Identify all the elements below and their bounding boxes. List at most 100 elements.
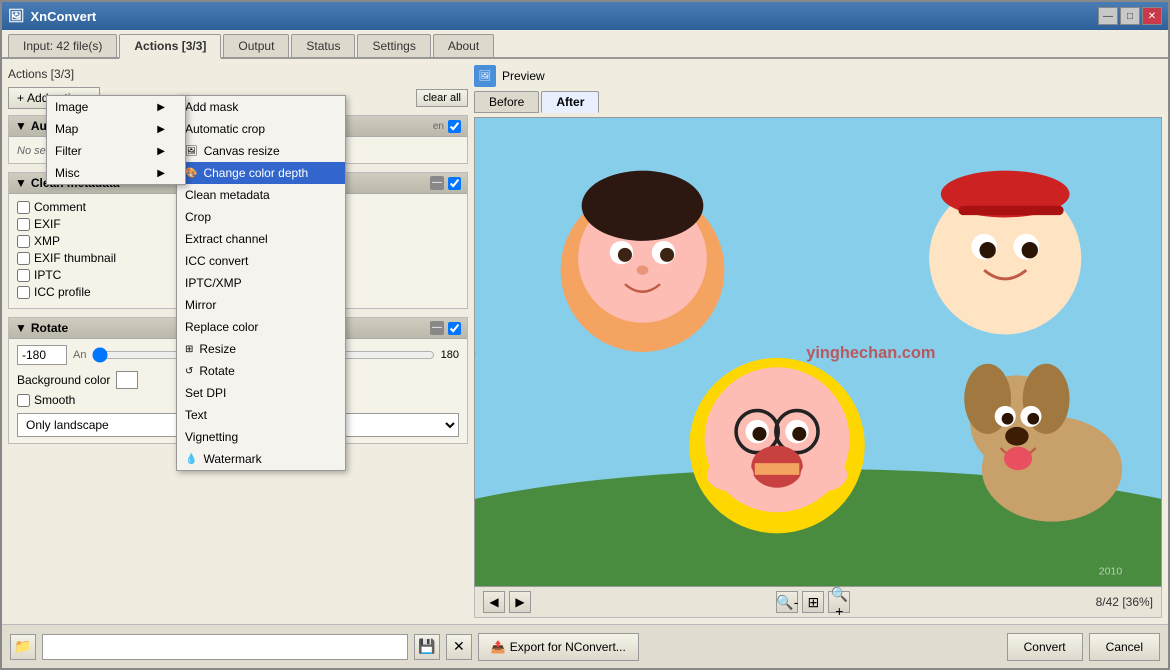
- automatic-enabled-checkbox[interactable]: [448, 120, 461, 133]
- submenu-vignetting[interactable]: Vignetting: [177, 426, 345, 448]
- menu-item-map-label: Map: [55, 122, 78, 136]
- panel-title: Actions [3/3]: [8, 65, 468, 83]
- app-icon: 🖼: [8, 8, 25, 24]
- tab-actions[interactable]: Actions [3/3]: [119, 34, 221, 59]
- main-window: 🖼 XnConvert — □ ✕ Input: 42 file(s) Acti…: [0, 0, 1170, 670]
- preview-tab-after[interactable]: After: [541, 91, 599, 113]
- minimize-button[interactable]: —: [1098, 7, 1118, 25]
- preview-nav: ◀ ▶: [483, 591, 531, 613]
- submenu-automatic-crop[interactable]: Automatic crop: [177, 118, 345, 140]
- submenu-icc-convert-label: ICC convert: [185, 254, 248, 268]
- submenu-canvas-resize-label: Canvas resize: [204, 144, 280, 158]
- submenu-crop-label: Crop: [185, 210, 211, 224]
- right-panel: 🖼 Preview Before After ▶: [474, 65, 1162, 618]
- rotate-value-input[interactable]: [17, 345, 67, 365]
- tabs-bar: Input: 42 file(s) Actions [3/3] Output S…: [2, 30, 1168, 59]
- folder-button[interactable]: 📁: [10, 634, 36, 660]
- convert-button[interactable]: Convert: [1007, 633, 1083, 661]
- exif-thumbnail-label: EXIF thumbnail: [34, 251, 116, 265]
- submenu-arrow: ▶: [157, 102, 165, 113]
- tab-output[interactable]: Output: [223, 34, 289, 57]
- submenu-mirror[interactable]: Mirror: [177, 294, 345, 316]
- exif-thumbnail-checkbox[interactable]: [17, 252, 30, 265]
- iptc-label: IPTC: [34, 268, 61, 282]
- section-rotate-title: Rotate: [31, 321, 68, 335]
- preview-title: Preview: [502, 69, 545, 83]
- submenu-rotate-label: Rotate: [199, 364, 234, 378]
- next-button[interactable]: ▶: [509, 591, 531, 613]
- submenu-watermark[interactable]: 💧 Watermark: [177, 448, 345, 470]
- export-button[interactable]: 📤 Export for NConvert...: [478, 633, 639, 661]
- icc-profile-checkbox[interactable]: [17, 286, 30, 299]
- icc-profile-label: ICC profile: [34, 285, 91, 299]
- prev-button[interactable]: ◀: [483, 591, 505, 613]
- submenu-crop[interactable]: Crop: [177, 206, 345, 228]
- tab-input[interactable]: Input: 42 file(s): [8, 34, 117, 57]
- save-button[interactable]: 💾: [414, 634, 440, 660]
- zoom-fit-button[interactable]: ⊞: [802, 591, 824, 613]
- image-submenu: Add mask Automatic crop 🖼 Canvas resize …: [176, 95, 346, 471]
- delete-button[interactable]: ✕: [446, 634, 472, 660]
- preview-svg: yinghechan.com 2010: [475, 118, 1161, 586]
- menu-item-misc[interactable]: Misc ▶: [47, 162, 185, 184]
- submenu-clean-metadata-label: Clean metadata: [185, 188, 270, 202]
- preview-icon: 🖼: [474, 65, 496, 87]
- rotate-enabled-checkbox[interactable]: [448, 322, 461, 335]
- submenu-extract-channel-label: Extract channel: [185, 232, 268, 246]
- submenu-arrow: ▶: [157, 124, 165, 135]
- tab-about[interactable]: About: [433, 34, 494, 57]
- close-button[interactable]: ✕: [1142, 7, 1162, 25]
- titlebar: 🖼 XnConvert — □ ✕: [2, 2, 1168, 30]
- submenu-text-label: Text: [185, 408, 207, 422]
- cancel-button[interactable]: Cancel: [1089, 633, 1160, 661]
- iptc-checkbox[interactable]: [17, 269, 30, 282]
- path-input[interactable]: [42, 634, 408, 660]
- menu-item-image-label: Image: [55, 100, 88, 114]
- submenu-icc-convert[interactable]: ICC convert: [177, 250, 345, 272]
- tab-settings[interactable]: Settings: [357, 34, 430, 57]
- bg-color-label: Background color: [17, 373, 110, 387]
- submenu-extract-channel[interactable]: Extract channel: [177, 228, 345, 250]
- bg-color-swatch[interactable]: [116, 371, 138, 389]
- submenu-iptc-xmp-label: IPTC/XMP: [185, 276, 242, 290]
- color-depth-icon: 🎨: [185, 168, 197, 179]
- clear-all-button[interactable]: clear all: [416, 89, 468, 107]
- submenu-resize[interactable]: ⊞ Resize: [177, 338, 345, 360]
- submenu-clean-metadata[interactable]: Clean metadata: [177, 184, 345, 206]
- menu-item-map[interactable]: Map ▶: [47, 118, 185, 140]
- svg-text:yinghechan.com: yinghechan.com: [806, 344, 935, 362]
- submenu-mirror-label: Mirror: [185, 298, 216, 312]
- submenu-add-mask[interactable]: Add mask: [177, 96, 345, 118]
- collapse-icon: ▼: [15, 176, 27, 190]
- bottom-bar: 📁 💾 ✕ 📤 Export for NConvert... Convert C…: [2, 624, 1168, 668]
- clean-metadata-enabled-checkbox[interactable]: [448, 177, 461, 190]
- zoom-out-button[interactable]: 🔍-: [776, 591, 798, 613]
- menu-item-image[interactable]: Image ▶: [47, 96, 185, 118]
- submenu-rotate[interactable]: ↺ Rotate: [177, 360, 345, 382]
- submenu-iptc-xmp[interactable]: IPTC/XMP: [177, 272, 345, 294]
- submenu-text[interactable]: Text: [177, 404, 345, 426]
- tab-status[interactable]: Status: [291, 34, 355, 57]
- submenu-canvas-resize[interactable]: 🖼 Canvas resize: [177, 140, 345, 162]
- dash-icon2: —: [430, 321, 444, 335]
- submenu-add-mask-label: Add mask: [185, 100, 238, 114]
- preview-footer: ◀ ▶ 🔍- ⊞ 🔍+ 8/42 [36%]: [474, 587, 1162, 618]
- titlebar-controls[interactable]: — □ ✕: [1098, 7, 1162, 25]
- submenu-change-color-depth[interactable]: 🎨 Change color depth: [177, 162, 345, 184]
- dash-icon: —: [430, 176, 444, 190]
- submenu-vignetting-label: Vignetting: [185, 430, 238, 444]
- maximize-button[interactable]: □: [1120, 7, 1140, 25]
- xmp-checkbox[interactable]: [17, 235, 30, 248]
- exif-checkbox[interactable]: [17, 218, 30, 231]
- menu-item-filter[interactable]: Filter ▶: [47, 140, 185, 162]
- comment-checkbox[interactable]: [17, 201, 30, 214]
- submenu-replace-color[interactable]: Replace color: [177, 316, 345, 338]
- zoom-controls: 🔍- ⊞ 🔍+: [776, 591, 850, 613]
- titlebar-left: 🖼 XnConvert: [8, 8, 96, 24]
- preview-tab-before[interactable]: Before: [474, 91, 539, 113]
- zoom-in-button[interactable]: 🔍+: [828, 591, 850, 613]
- smooth-checkbox[interactable]: [17, 394, 30, 407]
- collapse-icon: ▼: [15, 119, 27, 133]
- submenu-set-dpi[interactable]: Set DPI: [177, 382, 345, 404]
- submenu-resize-label: Resize: [199, 342, 236, 356]
